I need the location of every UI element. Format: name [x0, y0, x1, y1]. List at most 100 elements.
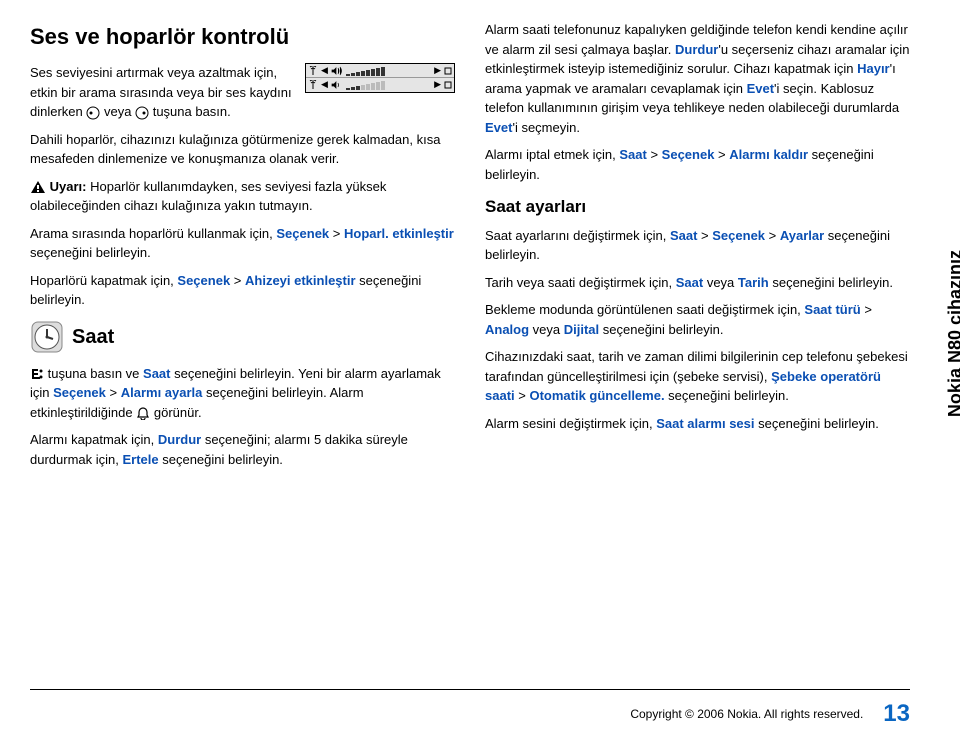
- key-right-icon: [135, 106, 149, 120]
- text: seçeneğini belirleyin.: [769, 275, 893, 290]
- menu-option: Saat: [676, 275, 703, 290]
- menu-option: Ertele: [122, 452, 158, 467]
- paragraph: Alarmı kapatmak için, Durdur seçeneğini;…: [30, 430, 455, 469]
- text: >: [765, 228, 780, 243]
- key-left-icon: [86, 106, 100, 120]
- text: Arama sırasında hoparlörü kullanmak için…: [30, 226, 276, 241]
- right-column: Alarm saati telefonunuz kapalıyken geldi…: [485, 20, 910, 477]
- menu-option: Hoparl. etkinleştir: [344, 226, 454, 241]
- text: >: [230, 273, 245, 288]
- text: >: [106, 385, 121, 400]
- clock-icon: [30, 320, 64, 354]
- menu-option: Evet: [747, 81, 774, 96]
- volume-indicator-widget: ◀ ▶ ◀ ▶: [305, 63, 455, 93]
- volume-row-earpiece: ◀ ▶: [306, 78, 454, 92]
- text: seçeneğini belirleyin.: [755, 416, 879, 431]
- warning-icon: [30, 180, 46, 194]
- menu-option: Saat: [670, 228, 697, 243]
- copyright-text: Copyright © 2006 Nokia. All rights reser…: [630, 705, 863, 723]
- menu-option: Hayır: [857, 61, 890, 76]
- paragraph: Cihazınızdaki saat, tarih ve zaman dilim…: [485, 347, 910, 406]
- paragraph: Hoparlörü kapatmak için, Seçenek > Ahize…: [30, 271, 455, 310]
- arrow-right-icon: ▶: [434, 64, 441, 78]
- menu-option: Saat: [143, 366, 170, 381]
- menu-option: Alarmı ayarla: [121, 385, 203, 400]
- volume-row-speaker: ◀ ▶: [306, 64, 454, 78]
- menu-option: Otomatik güncelleme.: [529, 388, 664, 403]
- text: seçeneğini belirleyin.: [159, 452, 283, 467]
- text: 'i seçmeyin.: [512, 120, 580, 135]
- alarm-bell-icon: [136, 406, 150, 420]
- menu-option: Durdur: [675, 42, 718, 57]
- paragraph: Alarm sesini değiştirmek için, Saat alar…: [485, 414, 910, 434]
- clock-heading-row: Saat: [30, 320, 455, 354]
- text: veya: [703, 275, 738, 290]
- text: Alarmı iptal etmek için,: [485, 147, 619, 162]
- menu-option: Ayarlar: [780, 228, 824, 243]
- page-footer: Copyright © 2006 Nokia. All rights reser…: [30, 689, 910, 732]
- antenna-icon: [308, 66, 318, 76]
- text: tuşuna basın.: [153, 104, 231, 119]
- volume-bars-dim: [346, 80, 431, 90]
- text: seçeneğini belirleyin.: [665, 388, 789, 403]
- text: veya: [529, 322, 564, 337]
- menu-option: Seçenek: [712, 228, 765, 243]
- text: >: [861, 302, 872, 317]
- text: seçeneğini belirleyin.: [30, 245, 151, 260]
- text: görünür.: [154, 405, 202, 420]
- menu-option: Evet: [485, 120, 512, 135]
- volume-bars: [346, 66, 431, 76]
- side-page-label: Nokia N80 cihazınız: [942, 250, 960, 417]
- heading-clock-settings: Saat ayarları: [485, 194, 910, 220]
- text: veya: [104, 104, 135, 119]
- text: >: [329, 226, 344, 241]
- text: Saat ayarlarını değiştirmek için,: [485, 228, 670, 243]
- menu-option: Durdur: [158, 432, 201, 447]
- menu-option: Ahizeyi etkinleştir: [245, 273, 356, 288]
- menu-option: Saat türü: [804, 302, 860, 317]
- menu-option: Saat alarmı sesi: [656, 416, 754, 431]
- warning-paragraph: Uyarı: Hoparlör kullanımdayken, ses sevi…: [30, 177, 455, 216]
- paragraph: tuşuna basın ve Saat seçeneğini belirley…: [30, 364, 455, 423]
- arrow-right-icon: ▶: [434, 78, 441, 92]
- menu-option: Seçenek: [276, 226, 329, 241]
- menu-option: Seçenek: [53, 385, 106, 400]
- text: Alarm sesini değiştirmek için,: [485, 416, 656, 431]
- paragraph: Alarm saati telefonunuz kapalıyken geldi…: [485, 20, 910, 137]
- menu-option: Seçenek: [177, 273, 230, 288]
- menu-option: Analog: [485, 322, 529, 337]
- box-icon: [444, 67, 452, 75]
- arrow-left-icon: ◀: [321, 78, 328, 92]
- antenna-icon: [308, 80, 318, 90]
- text: >: [697, 228, 712, 243]
- page-content: Ses ve hoparlör kontrolü ◀ ▶ ◀ ▶: [0, 0, 960, 497]
- paragraph: Arama sırasında hoparlörü kullanmak için…: [30, 224, 455, 263]
- text: Bekleme modunda görüntülenen saati değiş…: [485, 302, 804, 317]
- arrow-left-icon: ◀: [321, 64, 328, 78]
- menu-option: Seçenek: [662, 147, 715, 162]
- box-icon: [444, 81, 452, 89]
- page-number: 13: [883, 696, 910, 732]
- text: Tarih veya saati değiştirmek için,: [485, 275, 676, 290]
- paragraph: Tarih veya saati değiştirmek için, Saat …: [485, 273, 910, 293]
- text: seçeneğini belirleyin.: [599, 322, 723, 337]
- paragraph: Saat ayarlarını değiştirmek için, Saat >…: [485, 226, 910, 265]
- heading-sound: Ses ve hoparlör kontrolü: [30, 20, 455, 53]
- menu-option: Dijital: [564, 322, 599, 337]
- speaker-quiet-icon: [331, 80, 343, 90]
- menu-option: Saat: [619, 147, 646, 162]
- text: >: [714, 147, 729, 162]
- paragraph: Bekleme modunda görüntülenen saati değiş…: [485, 300, 910, 339]
- paragraph: Alarmı iptal etmek için, Saat > Seçenek …: [485, 145, 910, 184]
- text: Hoparlörü kapatmak için,: [30, 273, 177, 288]
- text: >: [515, 388, 530, 403]
- menu-option: Tarih: [738, 275, 769, 290]
- heading-clock: Saat: [72, 322, 114, 352]
- text: tuşuna basın ve: [48, 366, 143, 381]
- menu-key-icon: [30, 367, 44, 381]
- text: Alarmı kapatmak için,: [30, 432, 158, 447]
- menu-option: Alarmı kaldır: [729, 147, 808, 162]
- text: >: [647, 147, 662, 162]
- warning-label: Uyarı:: [50, 179, 87, 194]
- paragraph: Dahili hoparlör, cihazınızı kulağınıza g…: [30, 130, 455, 169]
